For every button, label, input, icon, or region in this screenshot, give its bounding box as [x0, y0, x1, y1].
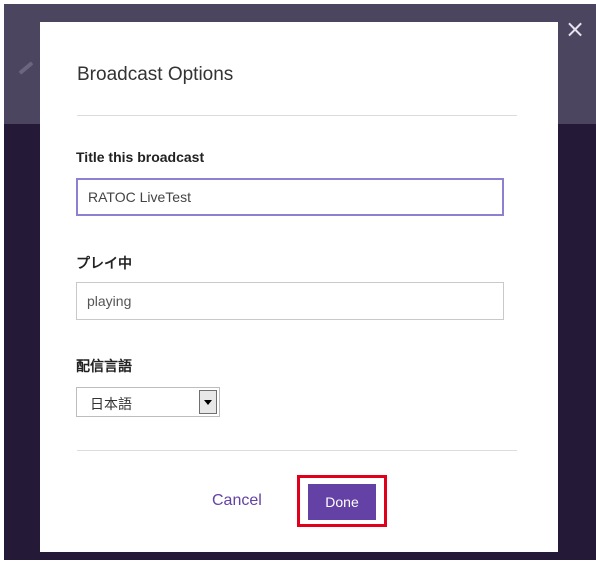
cancel-button[interactable]: Cancel — [212, 492, 262, 510]
broadcast-title-label: Title this broadcast — [76, 149, 205, 165]
pencil-icon — [18, 61, 34, 75]
playing-label: プレイ中 — [76, 255, 132, 271]
language-label: 配信言語 — [76, 358, 132, 374]
language-selected-value: 日本語 — [90, 396, 132, 412]
dialog-title: Broadcast Options — [77, 64, 234, 85]
footer-divider — [77, 450, 517, 451]
done-button[interactable]: Done — [308, 484, 376, 520]
chevron-down-icon[interactable] — [199, 390, 217, 414]
broadcast-options-dialog: Broadcast Options Title this broadcast プ… — [40, 22, 558, 552]
close-icon[interactable]: × — [562, 16, 588, 42]
broadcast-title-input[interactable] — [76, 178, 504, 216]
language-select[interactable]: 日本語 — [76, 387, 220, 417]
playing-input[interactable] — [76, 282, 504, 320]
title-divider — [77, 115, 517, 116]
